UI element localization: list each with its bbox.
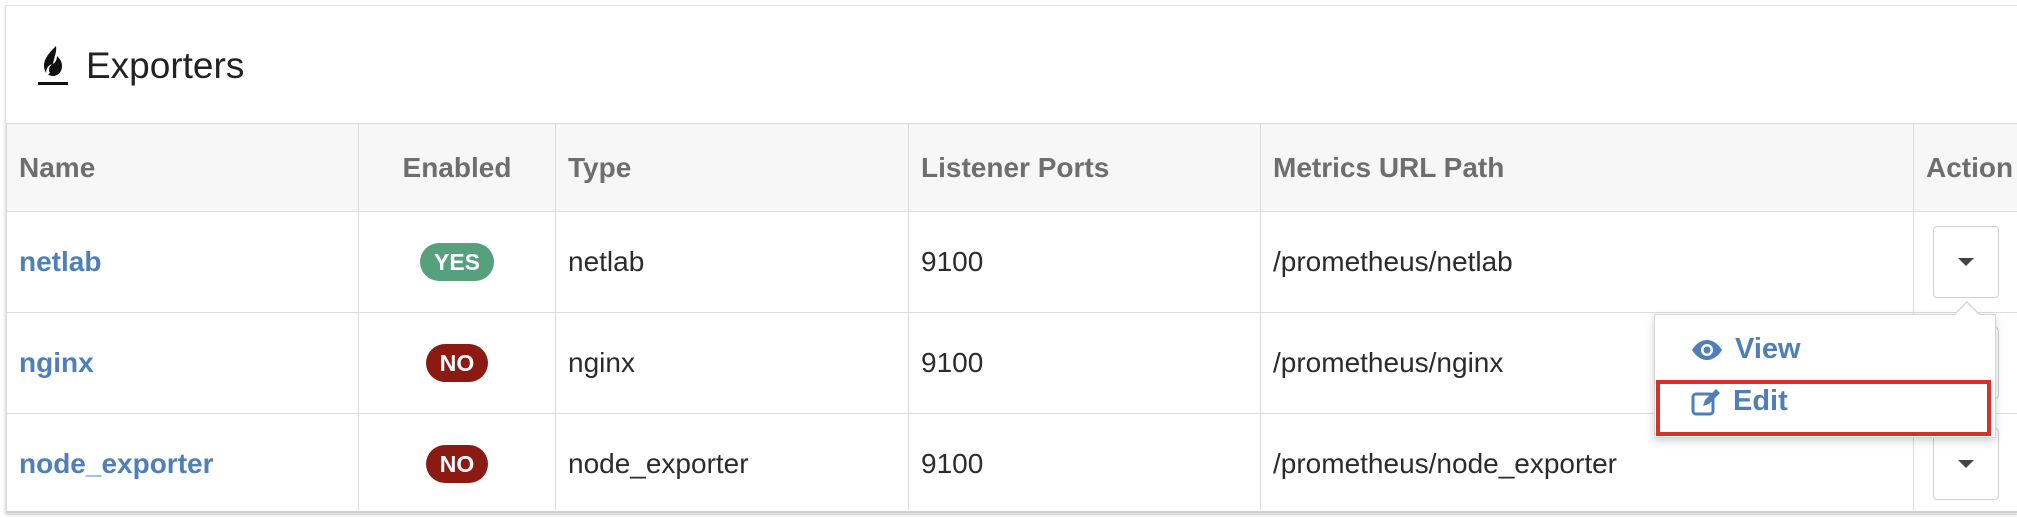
menu-item-edit[interactable]: Edit: [1691, 385, 1788, 418]
enabled-badge: YES: [419, 243, 495, 281]
edit-icon: [1691, 388, 1720, 415]
column-header-type[interactable]: Type: [555, 123, 909, 212]
menu-item-view[interactable]: View: [1691, 333, 1801, 366]
page-title: Exporters: [86, 45, 245, 86]
action-dropdown-button[interactable]: [1933, 428, 1999, 500]
exporter-type: netlab: [555, 211, 909, 313]
eye-icon: [1692, 339, 1722, 360]
enabled-badge: NO: [425, 445, 489, 483]
column-header-action: Action: [1913, 123, 2017, 212]
listener-ports: 9100: [908, 211, 1261, 313]
caret-down-icon: [1958, 258, 1974, 266]
table-row: netlab YES netlab 9100 /prometheus/netla…: [6, 211, 2017, 313]
flame-icon: [38, 46, 68, 85]
action-dropdown-menu: View Edit: [1654, 301, 1996, 438]
table-header-row: Name Enabled Type Listener Ports Metrics…: [6, 123, 2017, 212]
menu-item-view-label: View: [1735, 333, 1801, 365]
listener-ports: 9100: [908, 312, 1261, 414]
column-header-enabled[interactable]: Enabled: [358, 123, 556, 212]
panel-header: Exporters: [6, 6, 2017, 123]
exporter-type: node_exporter: [555, 413, 909, 515]
listener-ports: 9100: [908, 413, 1261, 515]
enabled-badge: NO: [425, 344, 489, 382]
exporter-name-link[interactable]: nginx: [19, 347, 94, 378]
exporter-type: nginx: [555, 312, 909, 414]
action-cell: [1913, 211, 2017, 313]
column-header-path[interactable]: Metrics URL Path: [1260, 123, 1914, 212]
menu-item-edit-label: Edit: [1733, 385, 1788, 417]
column-header-name[interactable]: Name: [6, 123, 359, 212]
exporter-name-link[interactable]: netlab: [19, 246, 101, 277]
column-header-ports[interactable]: Listener Ports: [908, 123, 1261, 212]
caret-down-icon: [1958, 460, 1974, 468]
action-dropdown-button[interactable]: [1933, 226, 1999, 298]
exporter-name-link[interactable]: node_exporter: [19, 448, 214, 479]
metrics-url-path: /prometheus/netlab: [1260, 211, 1914, 313]
